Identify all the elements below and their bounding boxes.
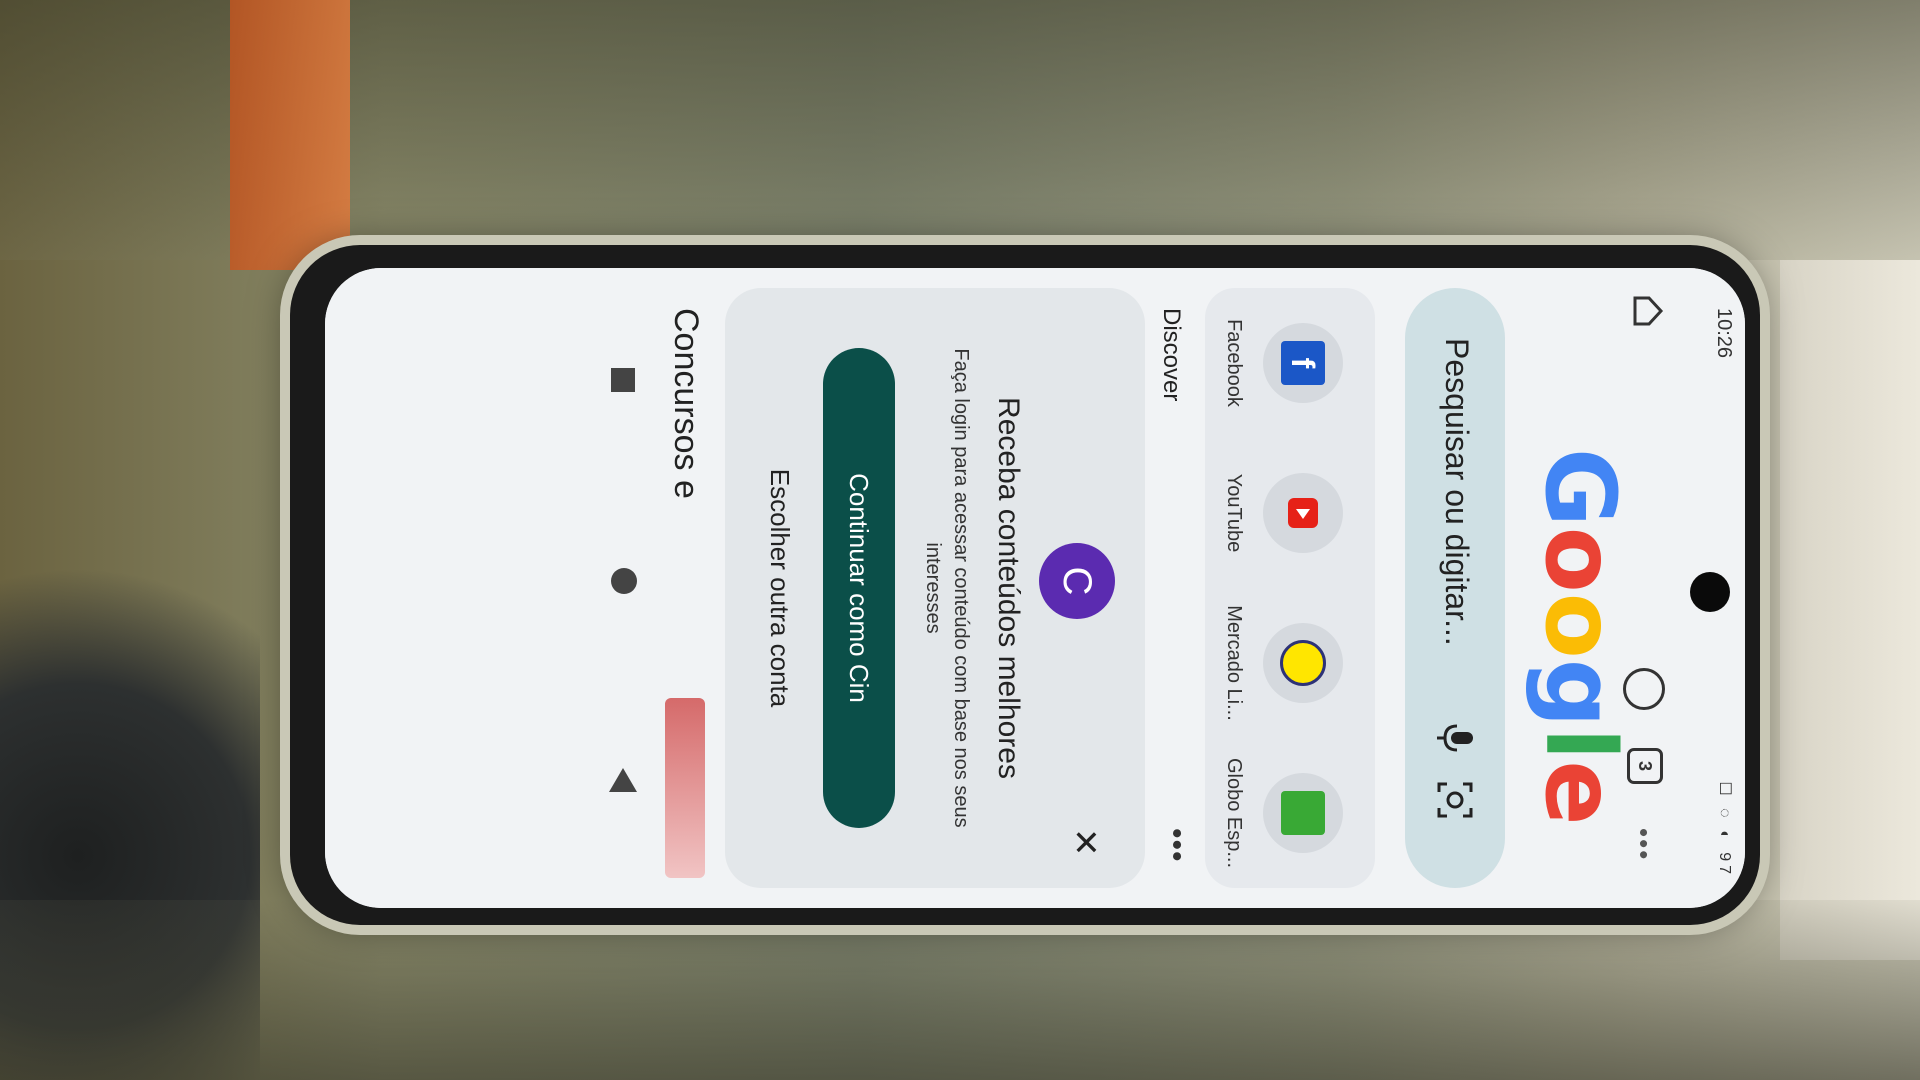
system-nav-bar	[575, 268, 665, 908]
logo-letter: o	[1524, 526, 1636, 593]
home-button[interactable]	[611, 568, 637, 594]
phone-screen: 10:26 ☐ ◌ ◐ 97 3 ••• Google Pesquisar ou…	[325, 268, 1745, 908]
logo-letter: g	[1524, 658, 1636, 728]
search-placeholder: Pesquisar ou digitar...	[1439, 338, 1475, 646]
continue-as-button[interactable]: Continuar como Cin	[823, 348, 895, 828]
home-icon[interactable]	[1631, 294, 1665, 328]
logo-letter: o	[1524, 592, 1636, 659]
google-logo: Google	[1515, 448, 1645, 825]
card-description: Faça login para acessar conteúdo com bas…	[922, 348, 972, 828]
sign-in-card: C ✕ Receba conteúdos melhores Faça login…	[725, 288, 1145, 888]
background-bottom	[0, 900, 1920, 1080]
mic-icon[interactable]	[1433, 718, 1477, 758]
logo-letter: l	[1524, 727, 1636, 761]
background-device-mount	[1780, 260, 1920, 960]
back-button[interactable]	[609, 768, 637, 792]
discover-heading: Discover	[1158, 308, 1185, 402]
background-orange-object	[230, 0, 350, 270]
facebook-icon: f	[1263, 323, 1343, 403]
lens-icon[interactable]	[1433, 778, 1477, 822]
globo-esporte-icon	[1263, 773, 1343, 853]
shortcut-globo-esporte[interactable]: Globo Esp...	[1209, 738, 1359, 888]
battery-level: 97	[1716, 852, 1733, 878]
shortcuts-panel: f Facebook YouTube Mercado Li... Globo E…	[1205, 288, 1375, 888]
shortcut-mercado-livre[interactable]: Mercado Li...	[1209, 588, 1359, 738]
shortcut-label: Globo Esp...	[1223, 757, 1245, 869]
youtube-icon	[1263, 473, 1343, 553]
choose-other-account-button[interactable]: Escolher outra conta	[755, 348, 805, 828]
front-camera	[1690, 572, 1730, 612]
shortcut-facebook[interactable]: f Facebook	[1209, 288, 1359, 438]
logo-letter: e	[1524, 760, 1636, 826]
shortcut-label: Facebook	[1223, 319, 1245, 407]
shortcut-label: YouTube	[1223, 473, 1245, 553]
recents-button[interactable]	[611, 368, 635, 392]
avatar: C	[1039, 543, 1115, 619]
status-icons: ☐ ◌ ◐ 97	[1715, 781, 1735, 878]
close-icon[interactable]: ✕	[1065, 828, 1105, 857]
feed-article-thumbnail[interactable]	[665, 698, 705, 878]
overflow-menu-button[interactable]: •••	[1628, 828, 1659, 861]
status-indicators: ☐ ◌ ◐	[1716, 781, 1733, 844]
shortcut-youtube[interactable]: YouTube	[1209, 438, 1359, 588]
card-title: Receba conteúdos melhores	[992, 397, 1025, 779]
mercado-livre-icon	[1263, 623, 1343, 703]
search-box[interactable]: Pesquisar ou digitar...	[1405, 288, 1505, 888]
logo-letter: G	[1524, 448, 1636, 527]
feed-article-title[interactable]: Concursos e	[666, 308, 705, 499]
shortcut-label: Mercado Li...	[1223, 605, 1245, 721]
status-time: 10:26	[1713, 308, 1735, 359]
discover-menu-button[interactable]: •••	[1159, 828, 1193, 863]
chrome-new-tab-page: 10:26 ☐ ◌ ◐ 97 3 ••• Google Pesquisar ou…	[325, 268, 1745, 908]
